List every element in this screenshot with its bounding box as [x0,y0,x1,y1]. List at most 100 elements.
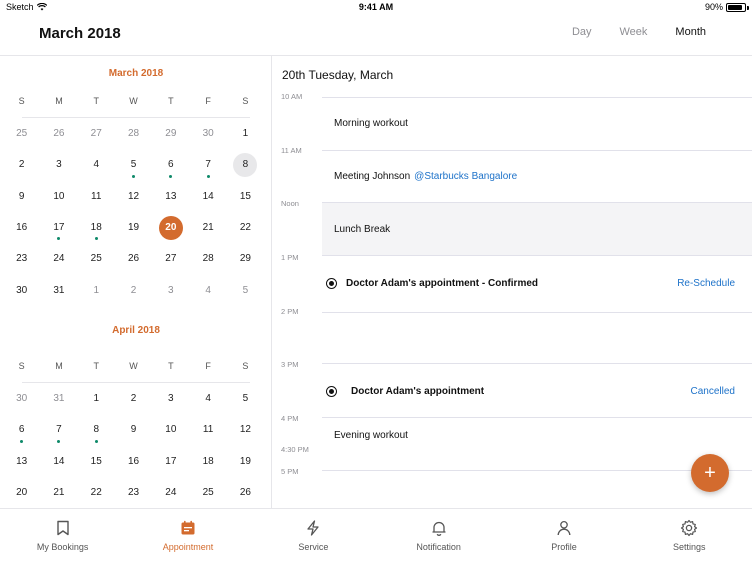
tab-appointment[interactable]: Appointment [125,509,250,564]
calendar-day[interactable]: 6 [152,149,189,180]
calendar-day[interactable]: 14 [40,446,77,477]
radio-selected-icon[interactable] [326,278,337,289]
battery-tip [747,5,749,10]
calendar-day[interactable]: 22 [227,212,264,243]
calendar-day[interactable]: 10 [152,414,189,445]
calendar-day[interactable]: 5 [227,274,264,305]
calendar-day[interactable]: 26 [227,477,264,508]
weekday-label: M [55,361,63,371]
calendar-day[interactable]: 3 [152,274,189,305]
calendar-day[interactable]: 5 [115,149,152,180]
calendar-day[interactable]: 25 [189,477,226,508]
day-number: 26 [127,253,140,265]
calendar-day[interactable]: 4 [78,149,115,180]
calendar-day[interactable]: 19 [115,212,152,243]
calendar-day[interactable]: 3 [40,149,77,180]
calendar-day[interactable]: 30 [3,274,40,305]
event-lunch-break[interactable]: Lunch Break [322,203,752,255]
calendar-day[interactable]: 28 [115,118,152,149]
cancelled-status[interactable]: Cancelled [691,386,735,397]
day-number: 21 [202,222,214,234]
event-meeting[interactable]: Meeting Johnson @Starbucks Bangalore [322,151,752,201]
view-tab-day[interactable]: Day [572,26,592,38]
tab-notification[interactable]: Notification [376,509,501,564]
calendar-day[interactable]: 31 [40,383,77,414]
day-number: 18 [202,455,214,467]
calendar-day[interactable]: 21 [40,477,77,508]
calendar-day[interactable]: 30 [189,118,226,149]
calendar-day[interactable]: 19 [227,446,264,477]
calendar-day[interactable]: 17 [40,212,77,243]
calendar-day[interactable]: 12 [227,414,264,445]
view-tab-week[interactable]: Week [620,26,648,38]
day-number: 9 [18,190,25,202]
tab-profile[interactable]: Profile [501,509,626,564]
calendar-day[interactable]: 9 [3,181,40,212]
calendar-day[interactable]: 27 [152,243,189,274]
calendar-day[interactable]: 5 [227,383,264,414]
calendar-day[interactable]: 13 [3,446,40,477]
event-morning-workout[interactable]: Morning workout [322,98,752,149]
calendar-day[interactable]: 24 [152,477,189,508]
calendar-day[interactable]: 21 [189,212,226,243]
calendar-day[interactable]: 8 [78,414,115,445]
calendar-day[interactable]: 13 [152,181,189,212]
calendar-day[interactable]: 20 [3,477,40,508]
calendar-day[interactable]: 7 [189,149,226,180]
calendar-day[interactable]: 4 [189,383,226,414]
calendar-day[interactable]: 7 [40,414,77,445]
add-appointment-button[interactable]: + [691,454,729,492]
calendar-day[interactable]: 4 [189,274,226,305]
calendar-day[interactable]: 11 [189,414,226,445]
tab-my-bookings[interactable]: My Bookings [0,509,125,564]
calendar-day[interactable]: 16 [115,446,152,477]
day-number: 4 [205,393,211,405]
calendar-day[interactable]: 25 [78,243,115,274]
calendar-day[interactable]: 30 [3,383,40,414]
user-icon [554,518,574,538]
calendar-day[interactable]: 2 [3,149,40,180]
radio-selected-icon[interactable] [326,385,337,397]
calendar-day[interactable]: 24 [40,243,77,274]
calendar-day[interactable]: 23 [3,243,40,274]
calendar-day[interactable]: 27 [78,118,115,149]
calendar-day[interactable]: 1 [78,383,115,414]
calendar-day[interactable]: 16 [3,212,40,243]
calendar-day[interactable]: 29 [227,243,264,274]
view-tab-month[interactable]: Month [675,26,706,38]
calendar-day[interactable]: 1 [227,118,264,149]
event-evening-workout[interactable]: Evening workout [322,418,752,452]
calendar-day[interactable]: 15 [227,181,264,212]
calendar-day[interactable]: 18 [189,446,226,477]
calendar-day[interactable]: 15 [78,446,115,477]
location-link[interactable]: @Starbucks Bangalore [414,171,517,182]
day-number: 28 [127,128,140,140]
calendar-day[interactable]: 14 [189,181,226,212]
tab-service[interactable]: Service [251,509,376,564]
tab-settings[interactable]: Settings [627,509,752,564]
calendar-day[interactable]: 26 [115,243,152,274]
calendar-day[interactable]: 1 [78,274,115,305]
calendar-day[interactable]: 3 [152,383,189,414]
calendar-day[interactable]: 28 [189,243,226,274]
calendar-day[interactable]: 12 [115,181,152,212]
appointment-cancelled[interactable]: Doctor Adam's appointment Cancelled [326,364,752,418]
calendar-day[interactable]: 6 [3,414,40,445]
calendar-day[interactable]: 31 [40,274,77,305]
calendar-day[interactable]: 8 [227,149,264,180]
calendar-day[interactable]: 29 [152,118,189,149]
calendar-day[interactable]: 18 [78,212,115,243]
calendar-day[interactable]: 11 [78,181,115,212]
reschedule-button[interactable]: Re-Schedule [677,278,735,289]
calendar-day[interactable]: 10 [40,181,77,212]
calendar-day[interactable]: 23 [115,477,152,508]
calendar-day[interactable]: 2 [115,383,152,414]
selected-day[interactable]: 20 [152,212,189,243]
appointment-confirmed[interactable]: Doctor Adam's appointment - Confirmed Re… [326,256,752,311]
calendar-day[interactable]: 17 [152,446,189,477]
calendar-day[interactable]: 22 [78,477,115,508]
calendar-day[interactable]: 9 [115,414,152,445]
calendar-day[interactable]: 25 [3,118,40,149]
calendar-day[interactable]: 2 [115,274,152,305]
calendar-day[interactable]: 26 [40,118,77,149]
